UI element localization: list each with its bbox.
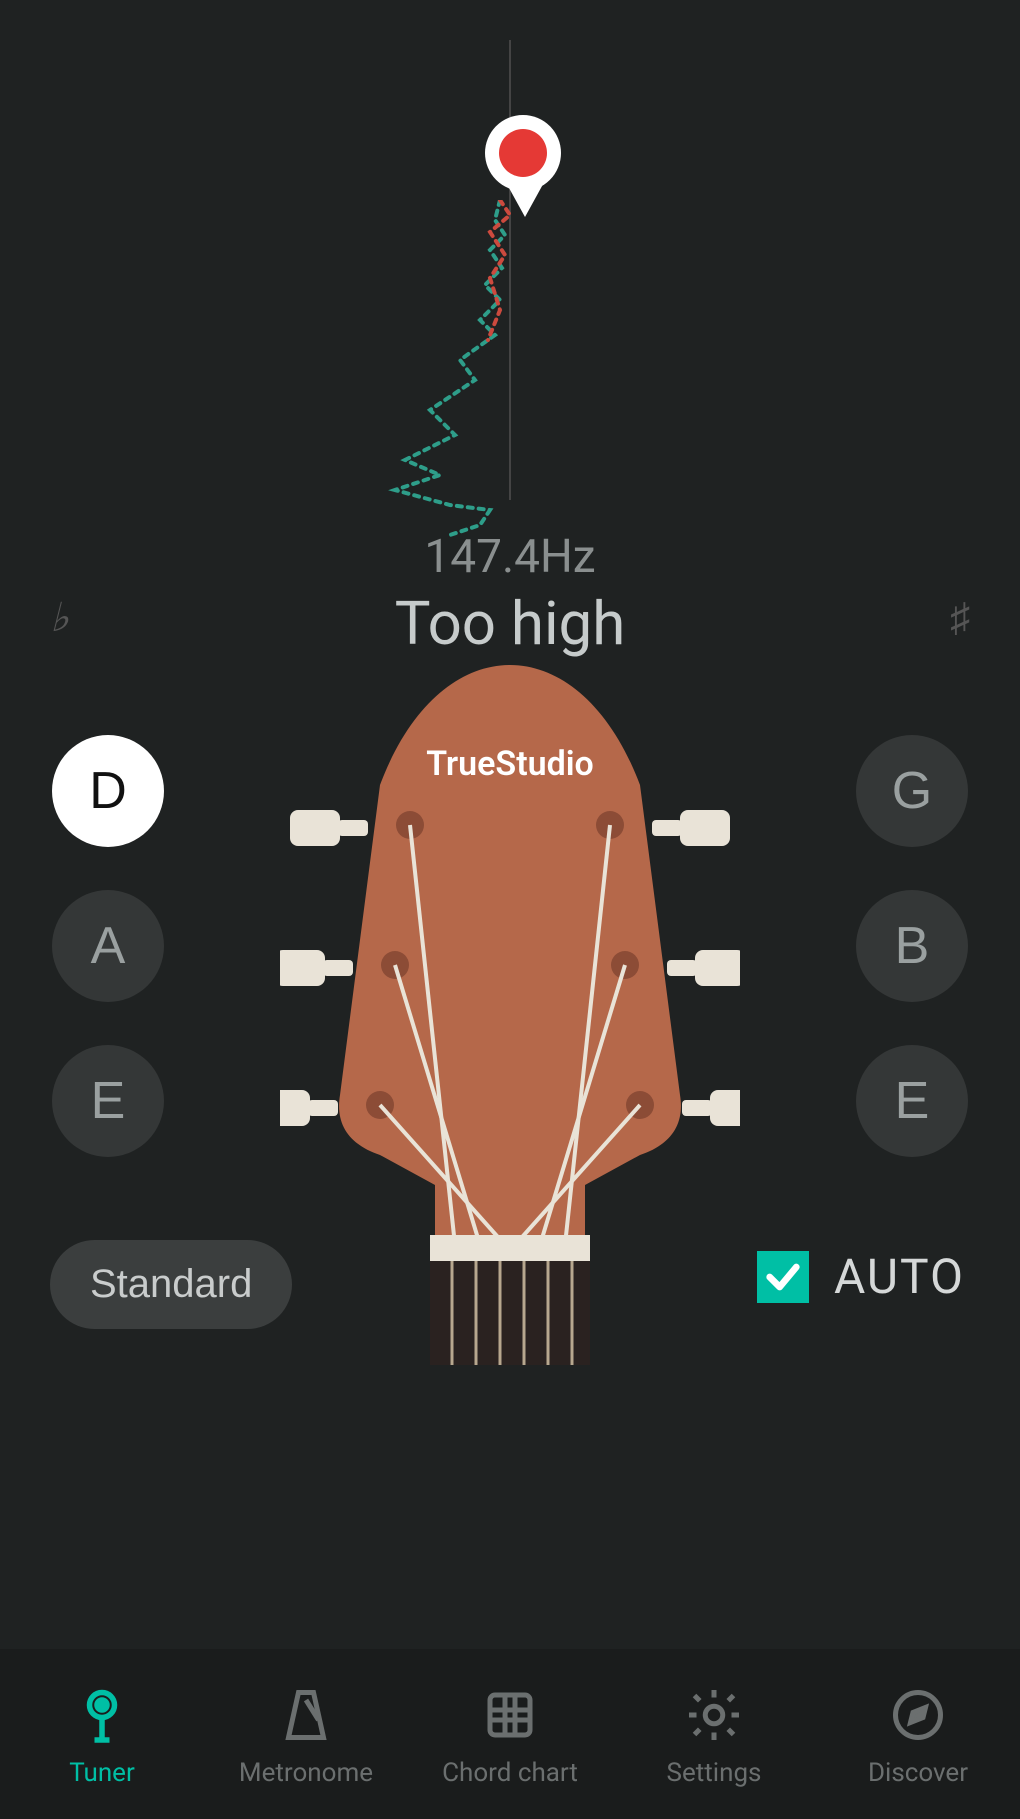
nav-settings[interactable]: Settings [612, 1680, 816, 1788]
compass-icon [883, 1680, 953, 1750]
auto-label: AUTO [834, 1248, 965, 1305]
string-peg-high-e[interactable]: E [856, 1045, 968, 1157]
nav-label: Settings [667, 1758, 762, 1788]
nav-discover[interactable]: Discover [816, 1680, 1020, 1788]
sharp-icon: ♯ [950, 594, 970, 641]
string-peg-g[interactable]: G [856, 735, 968, 847]
nav-label: Metronome [239, 1758, 373, 1788]
tuner-icon [67, 1680, 137, 1750]
nav-label: Chord chart [442, 1758, 578, 1788]
settings-icon [679, 1680, 749, 1750]
brand-text: TrueStudio [426, 744, 594, 784]
pitch-trace [340, 200, 580, 540]
frequency-readout: 147.4Hz [0, 530, 1020, 584]
chord-chart-icon [475, 1680, 545, 1750]
pitch-track [0, 40, 1020, 540]
nav-chord-chart[interactable]: Chord chart [408, 1680, 612, 1788]
string-peg-low-e[interactable]: E [52, 1045, 164, 1157]
nav-tuner[interactable]: Tuner [0, 1680, 204, 1788]
bottom-nav: Tuner Metronome Chord chart Settings Dis… [0, 1649, 1020, 1819]
string-peg-a[interactable]: A [52, 890, 164, 1002]
string-peg-b[interactable]: B [856, 890, 968, 1002]
string-peg-d[interactable]: D [52, 735, 164, 847]
nav-label: Tuner [69, 1758, 135, 1788]
flat-icon: ♭ [50, 594, 69, 641]
nav-label: Discover [868, 1758, 968, 1788]
checkbox-icon [757, 1251, 809, 1303]
nav-metronome[interactable]: Metronome [204, 1680, 408, 1788]
metronome-icon [271, 1680, 341, 1750]
tuning-status: Too high [0, 588, 1020, 659]
tuning-mode-button[interactable]: Standard [50, 1240, 292, 1329]
guitar-headstock-icon: TrueStudio [280, 665, 740, 1365]
auto-toggle[interactable]: AUTO [757, 1248, 965, 1305]
